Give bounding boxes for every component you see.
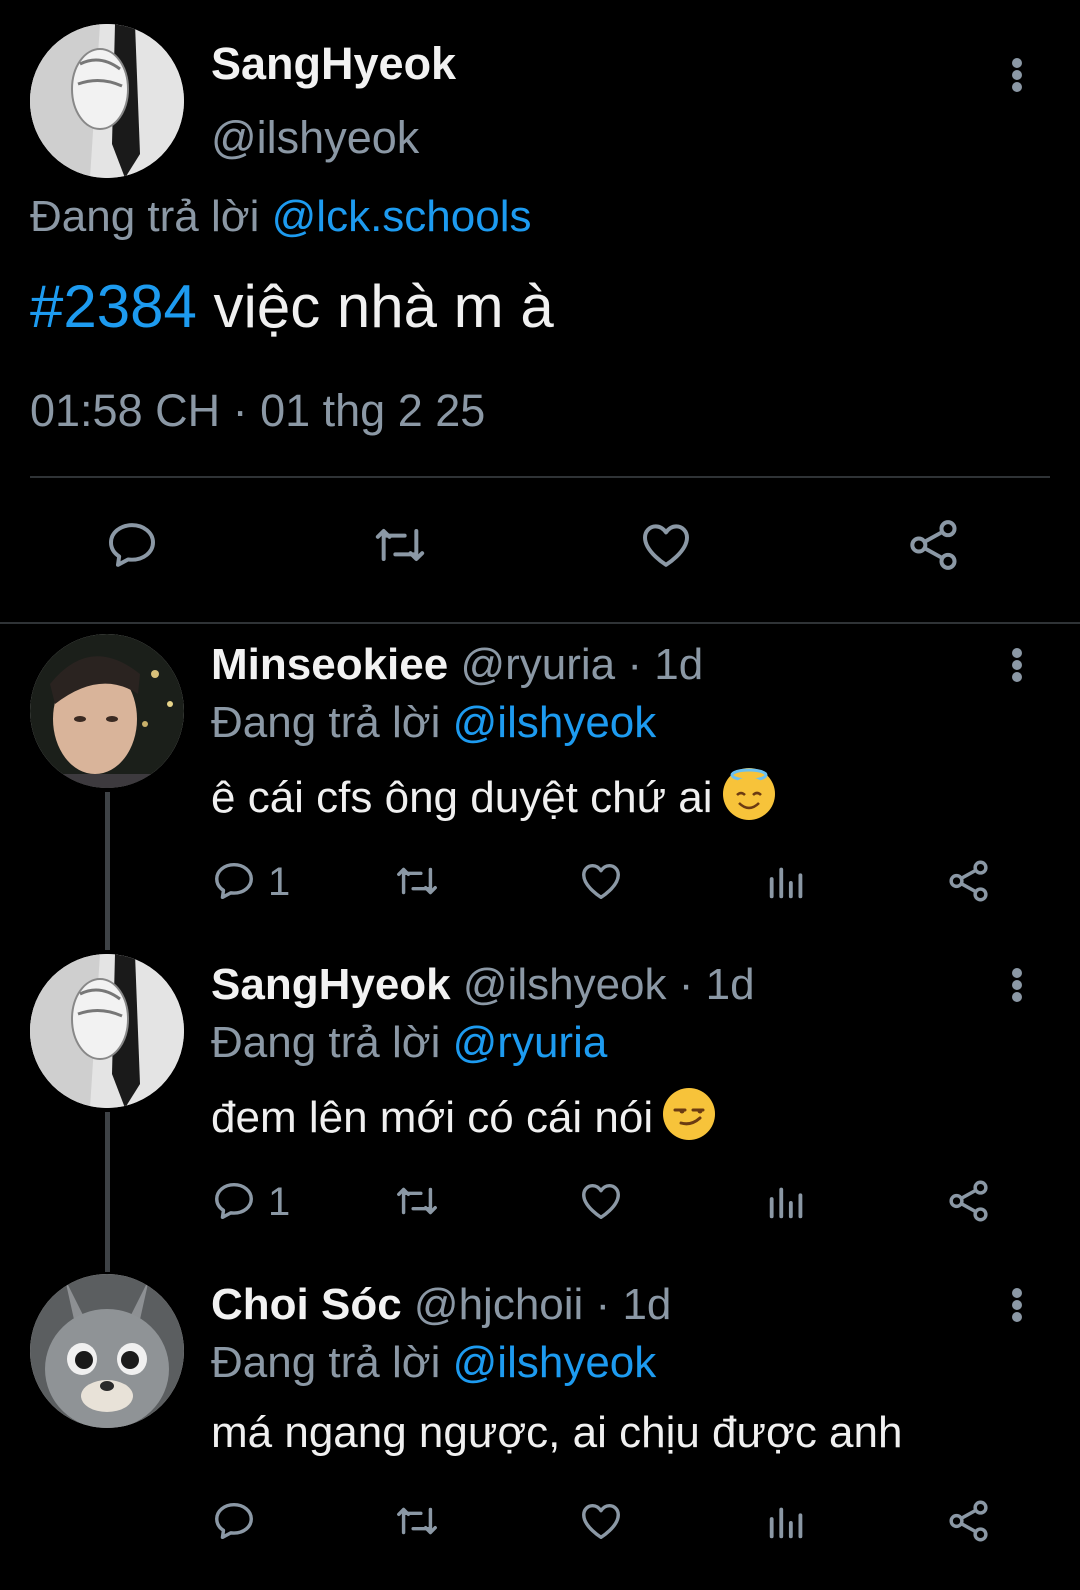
more-options-icon[interactable] (997, 640, 1037, 690)
avatar[interactable] (30, 1274, 184, 1428)
reply-time: 1d (622, 1280, 672, 1329)
display-name[interactable]: SangHyeok (211, 960, 451, 1009)
smirking-face-icon (663, 1088, 716, 1140)
reply-body: đem lên mới có cái nói (211, 1093, 654, 1142)
more-options-icon[interactable] (997, 50, 1037, 100)
reply-tweet: Choi Sóc @hjchoii · 1d Đang trả lời @ils… (0, 1272, 1080, 1590)
mention-link[interactable]: @ilshyeok (453, 1338, 657, 1387)
reply-body: ê cái cfs ông duyệt chứ ai (211, 773, 713, 822)
reply-text: đem lên mới có cái nói (211, 1088, 716, 1143)
mention-link[interactable]: @ilshyeok (453, 698, 657, 747)
smiling-face-with-halo-icon (722, 768, 775, 820)
separator-dot: · (615, 640, 655, 689)
user-handle[interactable]: @ryuria (460, 640, 615, 689)
separator-dot: · (666, 960, 706, 1009)
replying-to-line: Đang trả lời @ryuria (211, 1018, 607, 1068)
user-handle[interactable]: @ilshyeok (463, 960, 667, 1009)
like-icon[interactable] (578, 1178, 624, 1224)
reply-header: Minseokiee @ryuria · 1d (211, 640, 703, 690)
avatar[interactable] (30, 24, 184, 178)
display-name[interactable]: Minseokiee (211, 640, 448, 689)
reply-icon[interactable] (211, 858, 257, 904)
reply-tweet: SangHyeok @ilshyeok · 1d Đang trả lời @r… (0, 952, 1080, 1272)
replying-to-line: Đang trả lời @lck.schools (30, 192, 531, 242)
replying-prefix: Đang trả lời (211, 698, 441, 747)
avatar[interactable] (30, 954, 184, 1108)
share-icon[interactable] (946, 1498, 992, 1544)
analytics-icon[interactable] (764, 1498, 810, 1544)
replying-prefix: Đang trả lời (211, 1018, 441, 1067)
reply-tweet: Minseokiee @ryuria · 1d Đang trả lời @il… (0, 632, 1080, 952)
reply-header: SangHyeok @ilshyeok · 1d (211, 960, 755, 1010)
reply-header: Choi Sóc @hjchoii · 1d (211, 1280, 671, 1330)
reply-count: 1 (268, 860, 291, 904)
reply-time: 1d (705, 960, 755, 1009)
tweet-body: việc nhà m à (196, 273, 554, 340)
reply-text: ê cái cfs ông duyệt chứ ai (211, 768, 775, 823)
reply-icon[interactable] (104, 517, 160, 573)
retweet-icon[interactable] (371, 517, 429, 573)
user-handle[interactable]: @hjchoii (414, 1280, 583, 1329)
replying-to-line: Đang trả lời @ilshyeok (211, 1338, 656, 1388)
mention-link[interactable]: @ryuria (453, 1018, 608, 1067)
display-name[interactable]: Choi Sóc (211, 1280, 402, 1329)
tweet-timestamp[interactable]: 01:58 CH · 01 thg 2 25 (30, 385, 485, 437)
like-icon[interactable] (578, 1498, 624, 1544)
replying-prefix: Đang trả lời (211, 1338, 441, 1387)
separator-dot: · (583, 1280, 623, 1329)
reply-icon[interactable] (211, 1498, 257, 1544)
replying-to-line: Đang trả lời @ilshyeok (211, 698, 656, 748)
avatar[interactable] (30, 634, 184, 788)
share-icon[interactable] (906, 517, 962, 573)
display-name[interactable]: SangHyeok (211, 38, 456, 90)
retweet-icon[interactable] (393, 1498, 441, 1544)
tweet-text: #2384 việc nhà m à (30, 272, 554, 341)
main-tweet: SangHyeok @ilshyeok Đang trả lời @lck.sc… (0, 0, 1080, 620)
more-options-icon[interactable] (997, 960, 1037, 1010)
analytics-icon[interactable] (764, 1178, 810, 1224)
hashtag-link[interactable]: #2384 (30, 273, 197, 340)
like-icon[interactable] (578, 858, 624, 904)
reply-icon[interactable] (211, 1178, 257, 1224)
divider (0, 622, 1080, 624)
retweet-icon[interactable] (393, 1178, 441, 1224)
divider (30, 476, 1050, 478)
reply-count: 1 (268, 1180, 291, 1224)
reply-time: 1d (654, 640, 704, 689)
analytics-icon[interactable] (764, 858, 810, 904)
like-icon[interactable] (638, 517, 694, 573)
share-icon[interactable] (946, 858, 992, 904)
more-options-icon[interactable] (997, 1280, 1037, 1330)
reply-text: má ngang ngược, ai chịu được anh (211, 1408, 903, 1457)
mention-link[interactable]: @lck.schools (272, 192, 532, 241)
retweet-icon[interactable] (393, 858, 441, 904)
share-icon[interactable] (946, 1178, 992, 1224)
user-handle[interactable]: @ilshyeok (211, 112, 419, 164)
replying-prefix: Đang trả lời (30, 192, 260, 241)
